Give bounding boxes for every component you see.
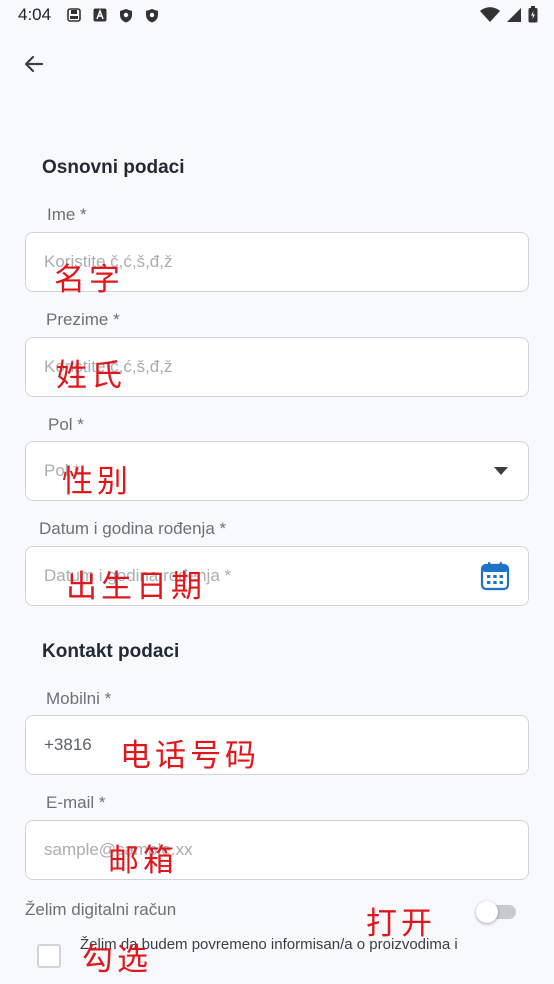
status-time: 4:04: [18, 5, 52, 24]
signal-icon: [506, 7, 522, 28]
battery-icon: [528, 6, 538, 28]
shield-icon: [118, 7, 134, 23]
annotation-gender: 性别: [62, 464, 132, 500]
notification-icons: [66, 7, 160, 23]
status-bar: 4:04: [0, 0, 554, 30]
system-icons: [480, 6, 538, 28]
digital-account-toggle[interactable]: [476, 901, 516, 923]
annotation-mobile: 电话号码: [120, 738, 260, 774]
birth-date-label: Datum i godina rođenja *: [39, 519, 227, 538]
section-title-contact: Kontakt podaci: [42, 641, 180, 662]
last-name-label: Prezime *: [46, 310, 120, 329]
section-title-basic: Osnovni podaci: [42, 157, 185, 178]
digital-account-label: Želim digitalni račun: [25, 900, 177, 919]
mobile-field[interactable]: +3816: [25, 715, 529, 775]
newsletter-checkbox[interactable]: [37, 944, 61, 968]
calendar-icon[interactable]: [480, 561, 510, 591]
email-field[interactable]: [25, 820, 529, 880]
annotation-last-name: 姓氏: [56, 358, 126, 394]
first-name-label: Ime *: [47, 205, 87, 224]
registration-screen: 4:04 Osnovni podaci Ime * Koristite č,ć,…: [0, 0, 554, 984]
annotation-first-name: 名字: [54, 262, 124, 298]
mobile-label: Mobilni *: [46, 689, 112, 708]
arrow-left-icon: [24, 55, 44, 73]
gender-label: Pol *: [48, 415, 84, 434]
mobile-value[interactable]: +3816: [44, 735, 92, 755]
a-icon: [92, 7, 108, 23]
toggle-thumb: [476, 901, 498, 923]
annotation-birth-date: 出生日期: [66, 569, 206, 605]
chevron-down-icon: [494, 467, 508, 475]
back-button[interactable]: [18, 48, 50, 80]
annotation-email: 邮箱: [108, 843, 178, 879]
email-label: E-mail *: [46, 793, 106, 812]
annotation-newsletter: 勾选: [82, 942, 152, 978]
wifi-icon: [480, 6, 500, 28]
sd-card-icon: [66, 7, 82, 23]
shield-icon-2: [144, 7, 160, 23]
